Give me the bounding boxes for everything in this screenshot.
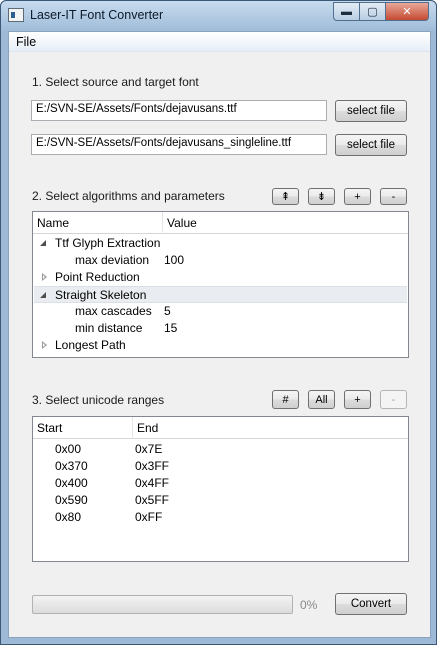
select-all-button[interactable]: All [308, 390, 335, 409]
algorithm-name: Ttf Glyph Extraction [55, 236, 161, 250]
column-divider[interactable] [162, 212, 163, 234]
client-area: File 1. Select source and target font E:… [8, 31, 431, 638]
title-bar[interactable]: Laser-IT Font Converter ▬ ▢ ✕ [1, 1, 436, 31]
move-down-button[interactable]: ⇟ [308, 188, 335, 205]
algorithm-name: Point Reduction [55, 270, 140, 284]
range-start: 0x590 [55, 493, 88, 507]
column-end-header[interactable]: End [137, 421, 158, 435]
algorithm-group-row[interactable]: Point Reduction [34, 269, 407, 286]
unicode-range-row[interactable]: 0x370 0x3FF [34, 458, 407, 475]
algorithm-group-row[interactable]: Ttf Glyph Extraction [34, 235, 407, 252]
parameter-value[interactable]: 100 [164, 253, 184, 267]
app-icon [8, 8, 24, 22]
range-start: 0x80 [55, 510, 82, 524]
select-target-file-button[interactable]: select file [335, 134, 407, 156]
algorithm-name: Longest Path [55, 338, 126, 352]
parameter-value[interactable]: 5 [164, 304, 171, 318]
collapsed-arrow-icon[interactable] [42, 273, 47, 281]
section-source-target-label: 1. Select source and target font [32, 75, 199, 89]
move-up-button[interactable]: ⇞ [272, 188, 299, 205]
range-end: 0x4FF [135, 476, 170, 490]
parameter-name: max cascades [75, 304, 152, 318]
unicode-range-header: Start End [33, 417, 408, 439]
parameter-row[interactable]: min distance 15 [34, 320, 407, 337]
collapsed-arrow-icon[interactable] [42, 341, 47, 349]
range-end: 0x7E [135, 442, 163, 456]
range-start: 0x00 [55, 442, 82, 456]
expanded-arrow-icon[interactable] [40, 240, 46, 246]
window-controls: ▬ ▢ ✕ [333, 2, 429, 21]
unicode-range-row[interactable]: 0x80 0xFF [34, 509, 407, 526]
add-algorithm-button[interactable]: + [344, 188, 371, 205]
conversion-progress-bar [32, 595, 293, 614]
column-name-header[interactable]: Name [37, 216, 69, 230]
close-button[interactable]: ✕ [385, 2, 429, 21]
menu-file[interactable]: File [16, 35, 36, 49]
section-unicode-label: 3. Select unicode ranges [32, 393, 165, 407]
column-divider[interactable] [132, 417, 133, 439]
range-end: 0x3FF [135, 459, 170, 473]
range-start: 0x400 [55, 476, 88, 490]
range-start: 0x370 [55, 459, 88, 473]
column-value-header[interactable]: Value [167, 216, 197, 230]
minimize-button[interactable]: ▬ [333, 2, 359, 21]
parameter-name: max deviation [75, 253, 150, 267]
target-font-field[interactable]: E:/SVN-SE/Assets/Fonts/dejavusans_single… [31, 134, 327, 155]
algorithm-group-row[interactable]: Straight Skeleton [34, 286, 407, 303]
unicode-range-row[interactable]: 0x00 0x7E [34, 441, 407, 458]
parameter-row[interactable]: max cascades 5 [34, 303, 407, 320]
convert-button[interactable]: Convert [335, 593, 407, 615]
algorithm-name: Straight Skeleton [55, 288, 147, 302]
menu-bar: File [9, 32, 430, 52]
remove-algorithm-button[interactable]: - [380, 188, 407, 205]
unicode-range-row[interactable]: 0x400 0x4FF [34, 475, 407, 492]
window-title: Laser-IT Font Converter [30, 8, 164, 22]
source-font-field[interactable]: E:/SVN-SE/Assets/Fonts/dejavusans.ttf [31, 100, 327, 121]
remove-range-button[interactable]: - [380, 390, 407, 409]
expanded-arrow-icon[interactable] [40, 292, 46, 298]
app-window: Laser-IT Font Converter ▬ ▢ ✕ File 1. Se… [0, 0, 437, 645]
maximize-button[interactable]: ▢ [359, 2, 385, 21]
progress-percent: 0% [300, 598, 318, 612]
parameter-row[interactable]: max deviation 100 [34, 252, 407, 269]
column-start-header[interactable]: Start [37, 421, 62, 435]
range-end: 0xFF [135, 510, 163, 524]
unicode-range-row[interactable]: 0x590 0x5FF [34, 492, 407, 509]
hash-button[interactable]: # [272, 390, 299, 409]
unicode-range-list[interactable]: Start End 0x00 0x7E 0x370 0x3FF 0x400 0x4FF 0x… [32, 416, 409, 562]
algorithm-tree-header: Name Value [33, 212, 408, 234]
section-algorithms-label: 2. Select algorithms and parameters [32, 189, 225, 203]
add-range-button[interactable]: + [344, 390, 371, 409]
algorithm-group-row[interactable]: Longest Path [34, 337, 407, 354]
parameter-name: min distance [75, 321, 143, 335]
range-end: 0x5FF [135, 493, 170, 507]
algorithm-tree[interactable]: Name Value Ttf Glyph Extraction max devia… [32, 211, 409, 358]
select-source-file-button[interactable]: select file [335, 100, 407, 122]
parameter-value[interactable]: 15 [164, 321, 177, 335]
